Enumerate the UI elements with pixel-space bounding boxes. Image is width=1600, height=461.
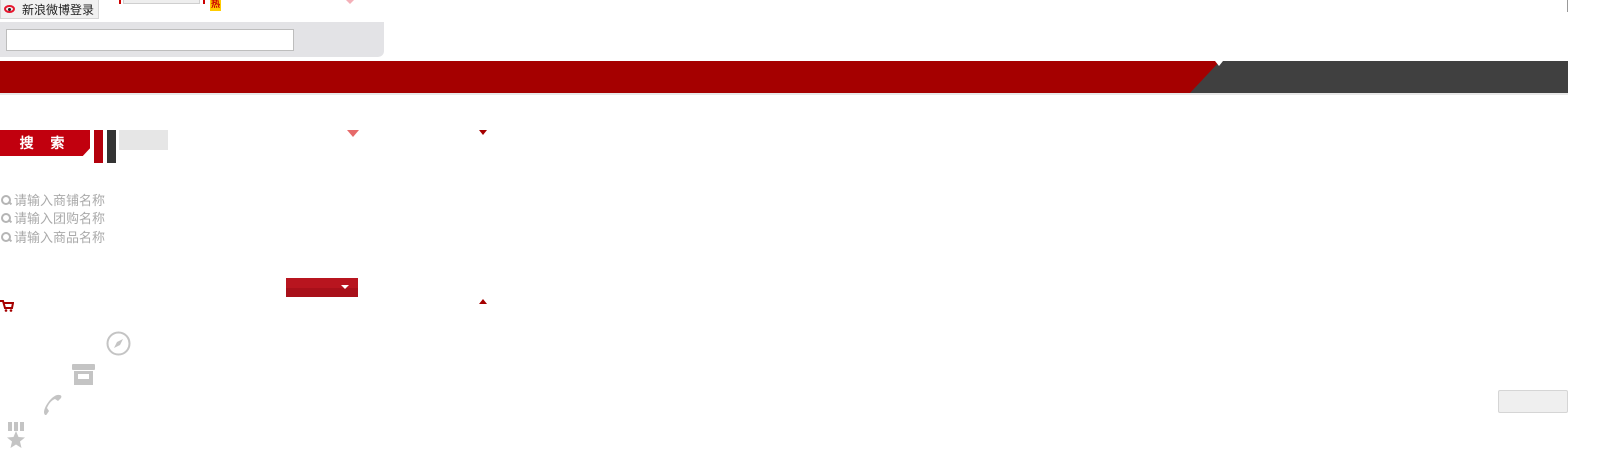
search-tab-red[interactable]	[94, 130, 103, 163]
main-nav-dark-section	[1190, 61, 1568, 93]
caret-down-icon[interactable]	[347, 130, 359, 137]
weibo-icon	[3, 2, 19, 16]
search-icon	[0, 231, 11, 242]
caret-down-icon[interactable]	[479, 130, 487, 135]
top-right-divider	[1567, 0, 1568, 12]
compass-icon[interactable]	[106, 331, 131, 356]
top-mini-field[interactable]	[123, 0, 200, 4]
medal-star-icon[interactable]	[5, 422, 27, 448]
search-icon	[0, 212, 11, 223]
search-hint-product[interactable]: 请输入商品名称	[0, 227, 105, 246]
phone-icon[interactable]	[40, 392, 64, 418]
search-hint-label: 请输入商铺名称	[14, 194, 106, 209]
caret-down-icon	[346, 0, 354, 4]
search-hint-shop[interactable]: 请输入商铺名称	[0, 190, 105, 209]
side-grey-button[interactable]	[1498, 390, 1568, 413]
nav-notch-icon	[1215, 61, 1223, 66]
top-divider-right	[203, 0, 205, 4]
store-icon[interactable]	[71, 362, 96, 387]
nav-shadow	[0, 93, 1568, 95]
category-dropdown-button[interactable]	[286, 278, 358, 297]
hot-badge: 热	[210, 0, 221, 11]
cart-icon[interactable]	[0, 300, 14, 312]
chevron-down-icon	[341, 285, 349, 289]
top-divider-left	[119, 0, 121, 4]
search-hint-label: 请输入商品名称	[14, 231, 106, 246]
weibo-login-button[interactable]: 新浪微博登录	[0, 0, 100, 19]
search-icon	[0, 194, 11, 205]
search-hint-group[interactable]: 请输入团购名称	[0, 208, 105, 227]
search-tab-grey[interactable]	[119, 130, 168, 150]
search-hint-label: 请输入团购名称	[14, 212, 106, 227]
caret-up-icon[interactable]	[479, 299, 487, 304]
search-tab-dark[interactable]	[107, 130, 116, 163]
weibo-login-label: 新浪微博登录	[22, 2, 95, 17]
search-button[interactable]: 搜 索	[0, 130, 90, 156]
search-input[interactable]	[6, 29, 294, 51]
